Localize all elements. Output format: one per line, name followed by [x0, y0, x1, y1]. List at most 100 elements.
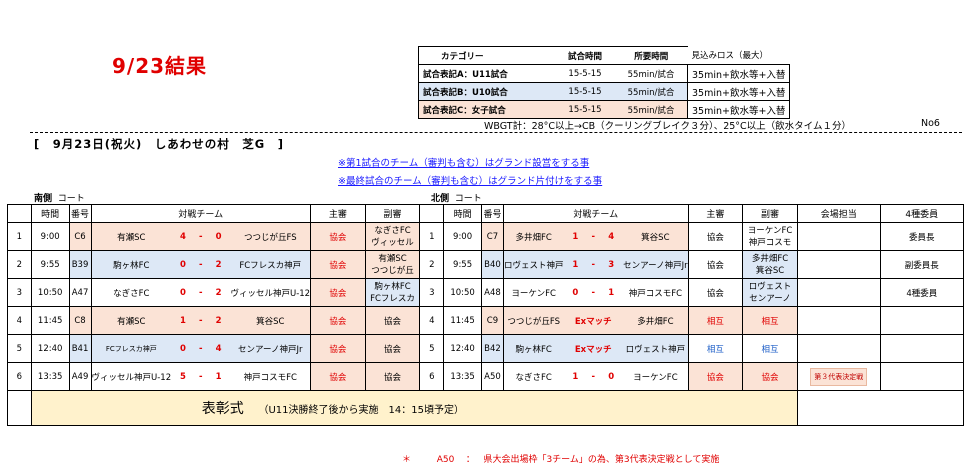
home-team: つつじが丘FS — [502, 306, 564, 335]
award-note: （U11決勝終了後から実施 14：15頃予定） — [258, 405, 464, 416]
category-duration: 55min/試合 — [615, 100, 688, 119]
committee: 副委員長 — [879, 250, 964, 279]
score-separator: - — [194, 222, 207, 251]
home-team: なぎさFC — [90, 278, 172, 307]
header-aref: 副審 — [742, 204, 798, 223]
committee — [879, 334, 964, 363]
schedule-row: 3 10:50 A47 なぎさFC 0 - 2 ヴィッセル神戸U-12 協会 駒… — [7, 278, 964, 307]
category-time: 15-5-15 — [555, 82, 615, 101]
match-number: C7 — [480, 222, 504, 251]
referee: 相互 — [687, 334, 744, 363]
category-loss: 35min+飲水等+入替 — [686, 64, 791, 83]
row-index: 5 — [419, 334, 445, 363]
assistant-referee: 協会 — [742, 362, 798, 391]
row-index: 6 — [419, 362, 445, 391]
assistant-referee: 協会 — [364, 334, 421, 363]
note-cleanup-link[interactable]: ※最終試合のチーム（審判も含む）はグランド片付けをする事 — [338, 173, 602, 187]
south-side-label: 南側 コート — [34, 194, 85, 204]
header-ref: 主審 — [687, 204, 744, 223]
category-row-a: 試合表記A：U11試合 15-5-15 55min/試合 35min+飲水等+入… — [418, 64, 791, 83]
home-team: 駒ヶ林FC — [90, 250, 172, 279]
committee: 4種委員 — [879, 278, 964, 307]
home-score: 0 — [171, 250, 195, 279]
away-team: FCフレスカ神戸 — [230, 250, 312, 279]
header-match: 対戦チーム — [502, 204, 689, 223]
assistant-referee: 協会 — [364, 362, 421, 391]
home-score: 4 — [171, 222, 195, 251]
dashed-divider — [30, 132, 962, 133]
committee — [879, 362, 964, 391]
venue-staff — [796, 250, 881, 279]
match-number: B39 — [68, 250, 92, 279]
assistant-referee: 有瀬SC つつじが丘 — [364, 250, 421, 279]
schedule-row: 1 9:00 C6 有瀬SC 4 - 0 つつじが丘FS 協会 なぎさFC ヴィッ… — [7, 222, 964, 251]
page-title: 9/23結果 — [112, 54, 208, 78]
away-score: 2 — [206, 278, 231, 307]
match-time: 9:00 — [30, 222, 70, 251]
loss-header: 見込みロス（最大） — [687, 46, 790, 65]
schedule-table: 時間 番号 対戦チーム 主審 副審 時間 番号 対戦チーム 主審 副審 会場担当… — [7, 204, 964, 426]
referee: 協会 — [310, 306, 366, 335]
away-score: 2 — [206, 306, 231, 335]
match-time: 12:40 — [30, 334, 70, 363]
page-number: No6 — [921, 118, 940, 129]
home-score: 1 — [563, 250, 588, 279]
away-score: 0 — [206, 222, 231, 251]
home-score: 1 — [563, 362, 588, 391]
match-number: A47 — [68, 278, 92, 307]
row-index: 4 — [7, 306, 32, 335]
away-team: 箕谷SC — [230, 306, 312, 335]
row-index: 2 — [7, 250, 32, 279]
away-team: 箕谷SC — [623, 222, 689, 251]
referee: 協会 — [687, 222, 744, 251]
home-score: 0 — [171, 334, 195, 363]
away-team: 多井畑FC — [623, 306, 689, 335]
home-team: なぎさFC — [502, 362, 564, 391]
score-separator: - — [194, 306, 207, 335]
home-score: 0 — [563, 278, 588, 307]
venue-heading: [ 9月23日(祝火) しあわせの村 芝G ] — [34, 137, 284, 151]
referee: 協会 — [687, 278, 744, 307]
match-number: B41 — [68, 334, 92, 363]
note-setup-link[interactable]: ※第1試合のチーム（審判も含む）はグランド設営をする事 — [338, 155, 589, 169]
referee: 協会 — [310, 250, 366, 279]
header-time: 時間 — [443, 204, 482, 223]
venue-staff — [796, 222, 881, 251]
away-team: ヴィッセル神戸U-12 — [230, 278, 312, 307]
row-index: 1 — [419, 222, 445, 251]
home-team: 駒ヶ林FC — [502, 334, 564, 363]
header-venue-staff: 会場担当 — [796, 204, 881, 223]
match-time: 9:55 — [30, 250, 70, 279]
score-separator: - — [194, 334, 207, 363]
assistant-referee: 多井畑FC 箕谷SC — [742, 250, 798, 279]
schedule-row: 4 11:45 C8 有瀬SC 1 - 2 箕谷SC 協会 協会 4 11:45… — [7, 306, 964, 335]
referee: 協会 — [687, 250, 744, 279]
row-index: 4 — [419, 306, 445, 335]
referee: 協会 — [310, 334, 366, 363]
row-index: 5 — [7, 334, 32, 363]
match-time: 11:45 — [30, 306, 70, 335]
match-time: 11:45 — [443, 306, 482, 335]
category-header: カテゴリー — [418, 46, 555, 65]
home-score: 1 — [171, 306, 195, 335]
assistant-referee: 駒ヶ林FC FCフレスカ — [364, 278, 421, 307]
row-index: 3 — [7, 278, 32, 307]
away-team: ロヴェスト神戸 — [623, 334, 689, 363]
referee: 協会 — [310, 222, 366, 251]
home-score: 0 — [171, 278, 195, 307]
category-loss: 35min+飲水等+入替 — [686, 100, 791, 119]
match-number: C8 — [68, 306, 92, 335]
award-row: 表彰式 （U11決勝終了後から実施 14：15頃予定） — [7, 390, 964, 426]
category-name: 試合表記B：U10試合 — [418, 82, 555, 101]
committee — [879, 306, 964, 335]
match-number: A48 — [480, 278, 504, 307]
header-match: 対戦チーム — [90, 204, 312, 223]
away-team: ヨーケンFC — [623, 362, 689, 391]
category-time: 15-5-15 — [555, 64, 615, 83]
home-team: 有瀬SC — [90, 306, 172, 335]
schedule-row: 2 9:55 B39 駒ヶ林FC 0 - 2 FCフレスカ神戸 協会 有瀬SC つ… — [7, 250, 964, 279]
referee: 協会 — [310, 278, 366, 307]
away-score: 0 — [599, 362, 624, 391]
venue-staff: 第３代表決定戦 — [796, 362, 881, 391]
away-team: センアーノ神戸Jr — [623, 250, 689, 279]
